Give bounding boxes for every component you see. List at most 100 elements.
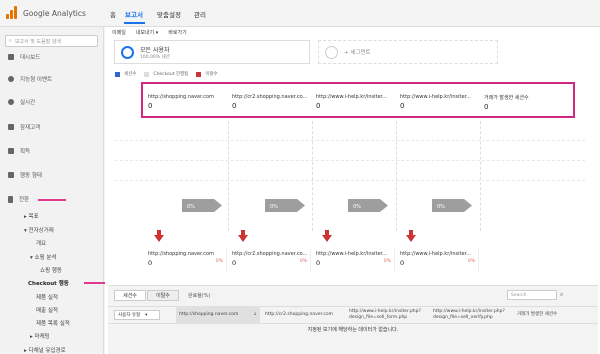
legend-label: Checkout 진행됨 <box>153 72 189 77</box>
top-header <box>0 0 600 27</box>
segment-subtitle: 100.00% 세션 <box>140 54 170 60</box>
exit-step-percent: 0% <box>467 259 475 264</box>
app-name: Google Analytics <box>23 8 86 18</box>
funnel-percent-arrow: 0% <box>265 199 305 212</box>
sidebar-sub-product-performance[interactable]: 제품 실적 <box>0 293 104 301</box>
legend-swatch-checkout <box>144 71 150 77</box>
column-header[interactable]: http://www.i-help.kr/insiter.php? design… <box>346 306 430 324</box>
dashboard-icon <box>8 54 14 60</box>
funnel-percent-label: 0% <box>437 204 445 210</box>
exit-step-percent: 0% <box>215 259 223 264</box>
sidebar-sub-goals[interactable]: ▸ 목표 <box>0 212 104 220</box>
flag-icon <box>8 195 13 203</box>
sidebar-item-label: 대시보드 <box>20 55 41 61</box>
shortcut-button[interactable]: 바로가기 <box>168 29 186 36</box>
sidebar-item-realtime[interactable]: 실시간 <box>0 95 104 109</box>
nav-admin[interactable]: 관리 <box>194 9 206 19</box>
funnel-percent-arrow: 0% <box>182 199 222 212</box>
funnel-percent-label: 0% <box>270 204 278 210</box>
exit-down-arrow-icon <box>406 230 416 242</box>
dimension-dropdown[interactable]: 사용자 유형 ▾ <box>114 310 160 320</box>
search-icon[interactable]: ⌕ <box>560 291 563 299</box>
exit-step-percent: 0% <box>299 259 307 264</box>
funnel-percent-arrow: 0% <box>432 199 472 212</box>
tab-exits[interactable]: 이탈수 <box>147 290 179 301</box>
sidebar-sub-product-list-performance[interactable]: 제품 목록 실적 <box>0 319 104 327</box>
nav-home[interactable]: 홈 <box>110 9 116 19</box>
grid-line <box>115 160 585 161</box>
sidebar-sub-ecommerce[interactable]: ▾ 전자상거래 <box>0 226 104 234</box>
exit-step[interactable]: http://www.i-help.kr/insiter... 0 0% <box>397 249 479 271</box>
export-button[interactable]: 내보내기 ▾ <box>136 29 159 36</box>
sidebar-item-label: 잠재고객 <box>20 125 41 131</box>
sidebar-sub-overview[interactable]: 개요 <box>0 239 104 247</box>
exit-step[interactable]: http://cr2.shopping.naver.co... 0 0% <box>229 249 311 271</box>
people-icon <box>8 124 14 130</box>
sidebar-item-label: 지능형 이벤트 <box>20 77 53 83</box>
exit-step-value: 0 <box>316 259 321 267</box>
funnel-percent-label: 0% <box>353 204 361 210</box>
grid-divider <box>228 121 229 231</box>
tab-completion-rate[interactable]: 완료율(%) <box>188 292 210 299</box>
legend-swatch-sessions <box>115 71 120 77</box>
segment-all-users[interactable]: 모든 사용자 100.00% 세션 <box>114 40 310 64</box>
funnel-percent-arrow: 0% <box>348 199 388 212</box>
sidebar-sub-marketing[interactable]: ▸ 마케팅 <box>0 332 104 340</box>
sidebar-item-audience[interactable]: 잠재고객 <box>0 120 104 134</box>
exit-step[interactable]: http://shopping.naver.com 0 0% <box>145 249 227 271</box>
legend-label: 이탈수 <box>205 72 218 77</box>
exit-step[interactable]: http://www.i-help.kr/insiter... 0 0% <box>313 249 395 271</box>
legend-swatch-exits <box>196 71 202 77</box>
grid-line <box>115 180 585 181</box>
grid-divider <box>480 121 481 231</box>
grid-divider <box>396 121 397 231</box>
search-icon: ⌕ <box>9 38 12 44</box>
report-toolbar: 이메일 내보내기 ▾ 바로가기 <box>105 27 600 37</box>
nav-custom[interactable]: 맞춤설정 <box>157 9 181 19</box>
email-button[interactable]: 이메일 <box>112 29 126 36</box>
exit-step-value: 0 <box>232 259 237 267</box>
empty-table-message: 지정된 보기에 해당하는 데이터가 없습니다. <box>307 327 399 333</box>
funnel-percent-label: 0% <box>187 204 195 210</box>
sidebar-item-behavior[interactable]: 행동 형태 <box>0 168 104 182</box>
legend-label: 세션수 <box>124 72 137 77</box>
grid-divider <box>312 121 313 231</box>
lightbulb-icon <box>8 76 14 82</box>
exit-step-label: http://cr2.shopping.naver.co... <box>232 251 308 257</box>
ga-logo[interactable]: Google Analytics <box>5 6 86 20</box>
grid-line <box>115 140 585 141</box>
sidebar-item-intelligence[interactable]: 지능형 이벤트 <box>0 72 104 86</box>
chevron-down-icon: ▾ <box>145 312 148 318</box>
behavior-icon <box>8 172 14 178</box>
active-tab-underline <box>124 22 145 24</box>
exit-down-arrow-icon <box>322 230 332 242</box>
sidebar-sub-shopping-behavior[interactable]: 쇼핑 행동 <box>0 266 104 274</box>
exit-down-arrow-icon <box>238 230 248 242</box>
search-placeholder: 보고서 및 도움말 검색 <box>14 38 61 45</box>
analytics-logo-icon <box>5 6 19 20</box>
sidebar-sub-sales-performance[interactable]: 매출 실적 <box>0 306 104 314</box>
sidebar-search-input[interactable]: ⌕ 보고서 및 도움말 검색 <box>5 35 98 47</box>
sidebar-sub-shopping-analysis[interactable]: ▾ 쇼핑 분석 <box>0 253 104 261</box>
sidebar-item-acquisition[interactable]: 획득 <box>0 144 104 158</box>
tab-sessions[interactable]: 세션수 <box>114 290 146 301</box>
column-header[interactable]: http://cr2.shopping.naver.com <box>262 306 346 324</box>
chart-legend: 세션수 Checkout 진행됨 이탈수 <box>115 71 218 77</box>
sidebar-item-dashboard[interactable]: 대시보드 <box>0 50 104 64</box>
column-header-label: http://shopping.naver.com <box>179 312 239 317</box>
sidebar-item-label: 행동 형태 <box>20 173 42 179</box>
exit-down-arrow-icon <box>154 230 164 242</box>
add-segment-button[interactable]: + 세그먼트 <box>318 40 498 64</box>
annotation-highlight-box <box>141 82 575 118</box>
nav-report[interactable]: 보고서 <box>125 9 143 19</box>
table-search-input[interactable]: Search <box>507 290 557 300</box>
acquisition-icon <box>8 148 14 154</box>
sort-arrow-icon: ↓ <box>253 312 257 317</box>
column-header[interactable]: 거래가 발생한 세션수 <box>514 306 598 324</box>
exit-step-value: 0 <box>400 259 405 267</box>
column-header[interactable]: http://www.i-help.kr/insiter.php? design… <box>430 306 514 324</box>
exit-step-percent: 0% <box>383 259 391 264</box>
exit-step-label: http://shopping.naver.com <box>148 251 214 257</box>
sidebar-sub-multichannel[interactable]: ▸ 다채널 유입경로 <box>0 346 104 354</box>
column-header[interactable]: http://shopping.naver.com ↓ <box>176 306 260 324</box>
